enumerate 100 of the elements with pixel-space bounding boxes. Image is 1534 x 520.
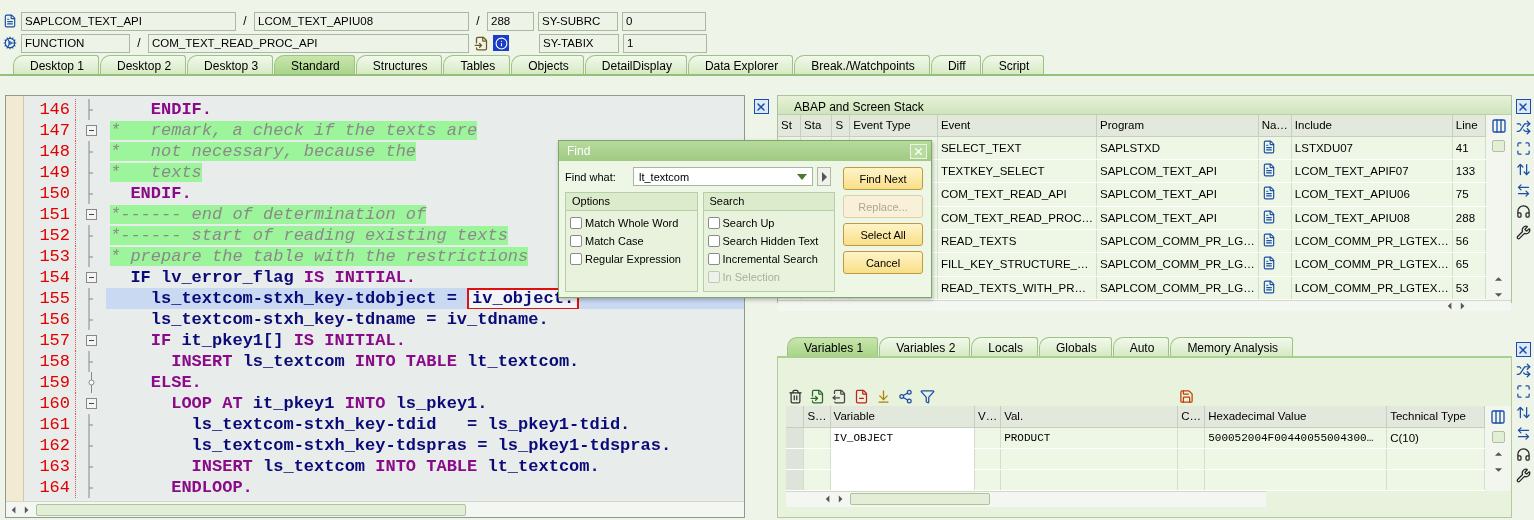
checkbox[interactable] <box>707 216 720 229</box>
tab[interactable]: Locals <box>971 337 1038 356</box>
horizontal-arrows-icon[interactable] <box>1515 426 1531 441</box>
scroll-thumb[interactable] <box>850 493 990 505</box>
scroll-down-icon[interactable] <box>1493 465 1503 475</box>
wrench-icon[interactable] <box>1515 468 1531 483</box>
document-icon[interactable] <box>1261 279 1276 294</box>
document-minus-icon[interactable] <box>854 388 869 404</box>
column-header[interactable]: Sta <box>800 115 832 136</box>
program-field: SAPLCOM_TEXT_API <box>21 11 236 31</box>
vertical-scrollbar[interactable] <box>1486 115 1511 300</box>
scroll-down-icon[interactable] <box>1494 290 1503 300</box>
tab[interactable]: Standard <box>274 55 355 74</box>
vertical-arrows-icon[interactable] <box>1515 162 1531 177</box>
event-field: COM_TEXT_READ_PROC_API <box>148 33 469 53</box>
tab[interactable]: Tables <box>443 55 511 74</box>
filter-icon[interactable] <box>920 388 935 404</box>
down-arrow-icon[interactable] <box>876 388 891 404</box>
column-header[interactable]: St <box>778 115 801 136</box>
document-arrow-icon[interactable] <box>832 388 847 404</box>
horizontal-scrollbar[interactable] <box>6 501 744 517</box>
document-icon[interactable] <box>1261 209 1276 224</box>
horizontal-arrows-icon[interactable] <box>1515 183 1531 198</box>
column-header[interactable]: S… <box>803 406 831 427</box>
column-header[interactable]: Event Type <box>849 115 938 136</box>
close-icon[interactable] <box>1515 342 1531 357</box>
tab[interactable]: Data Explorer <box>687 55 794 74</box>
horizontal-scrollbar[interactable] <box>778 300 1511 311</box>
column-header[interactable]: V… <box>974 406 1001 427</box>
tab[interactable]: Objects <box>511 55 584 74</box>
tab[interactable]: Diff <box>930 55 981 74</box>
play-icon[interactable] <box>821 171 827 182</box>
column-header[interactable]: Hexadecimal Value <box>1204 406 1387 427</box>
tab[interactable]: DetailDisplay <box>584 55 687 74</box>
tab[interactable]: Desktop 3 <box>187 55 274 74</box>
scroll-up-icon[interactable] <box>1494 274 1503 284</box>
document-arrow-icon[interactable] <box>810 388 825 404</box>
tab[interactable]: Structures <box>355 55 443 74</box>
find-what-field[interactable]: lt_textcom <box>633 167 813 186</box>
close-icon[interactable] <box>753 99 769 114</box>
swap-icon[interactable] <box>1515 363 1531 378</box>
checkbox[interactable] <box>570 252 582 265</box>
tab[interactable]: Desktop 1 <box>13 55 100 74</box>
collapse-toggle[interactable] <box>85 335 97 346</box>
vertical-arrows-icon[interactable] <box>1515 405 1531 420</box>
dropdown-arrow-icon[interactable] <box>797 173 807 180</box>
tab[interactable]: Desktop 2 <box>100 55 187 74</box>
display-icon[interactable] <box>473 35 489 51</box>
tab[interactable]: Auto <box>1112 337 1170 356</box>
column-header[interactable]: C… <box>1177 406 1205 427</box>
maximize-icon[interactable] <box>1515 141 1531 156</box>
document-icon[interactable] <box>1261 186 1276 201</box>
document-icon[interactable] <box>1261 163 1276 177</box>
checkbox[interactable] <box>707 252 720 265</box>
tab[interactable]: Globals <box>1039 337 1112 356</box>
columns-icon[interactable] <box>1490 118 1507 134</box>
tab[interactable]: Break./Watchpoints <box>794 55 930 74</box>
info-icon[interactable] <box>493 35 509 51</box>
swap-icon[interactable] <box>1515 120 1531 135</box>
dialog-button[interactable]: Find Next <box>843 167 923 190</box>
column-header[interactable]: Program <box>1096 115 1259 136</box>
tab[interactable]: Memory Analysis <box>1170 337 1294 356</box>
branch-icon[interactable] <box>898 388 913 404</box>
checkbox[interactable] <box>570 234 582 247</box>
column-header[interactable]: Include <box>1291 115 1453 136</box>
document-icon[interactable] <box>1261 256 1276 271</box>
save-icon[interactable] <box>1179 388 1194 404</box>
columns-icon[interactable] <box>1490 409 1507 425</box>
column-header[interactable]: Val. <box>1000 406 1178 427</box>
collapse-toggle[interactable] <box>85 125 97 136</box>
scroll-thumb[interactable] <box>1492 140 1505 152</box>
headphones-icon[interactable] <box>1515 447 1531 462</box>
document-icon[interactable] <box>1261 139 1276 154</box>
collapse-toggle[interactable] <box>85 398 97 409</box>
column-header[interactable]: Line <box>1452 115 1486 136</box>
checkbox[interactable] <box>707 234 720 247</box>
collapse-toggle[interactable] <box>85 272 97 283</box>
scroll-thumb[interactable] <box>36 503 466 516</box>
tab[interactable]: Variables 2 <box>879 337 971 356</box>
group-title: Options <box>566 193 697 211</box>
column-header[interactable]: Technical Type <box>1386 406 1485 427</box>
trash-icon[interactable] <box>788 388 803 404</box>
next-button[interactable] <box>817 167 831 186</box>
column-header[interactable]: Na… <box>1258 115 1292 136</box>
collapse-toggle[interactable] <box>85 209 97 220</box>
tab[interactable]: Script <box>981 55 1045 74</box>
close-icon[interactable] <box>1515 99 1531 114</box>
column-header[interactable]: Event <box>937 115 1097 136</box>
dialog-button[interactable]: Cancel <box>843 251 923 274</box>
document-icon[interactable] <box>1261 233 1276 248</box>
tab[interactable]: Variables 1 <box>787 337 879 356</box>
wrench-icon[interactable] <box>1515 225 1531 240</box>
scroll-up-icon[interactable] <box>1493 449 1503 459</box>
headphones-icon[interactable] <box>1515 204 1531 219</box>
column-header[interactable]: Variable <box>830 406 975 427</box>
scroll-thumb[interactable] <box>1491 431 1505 443</box>
checkbox[interactable] <box>570 216 582 229</box>
maximize-icon[interactable] <box>1515 384 1531 399</box>
vertical-scrollbar[interactable] <box>1485 406 1511 491</box>
dialog-button[interactable]: Select All <box>843 223 923 246</box>
